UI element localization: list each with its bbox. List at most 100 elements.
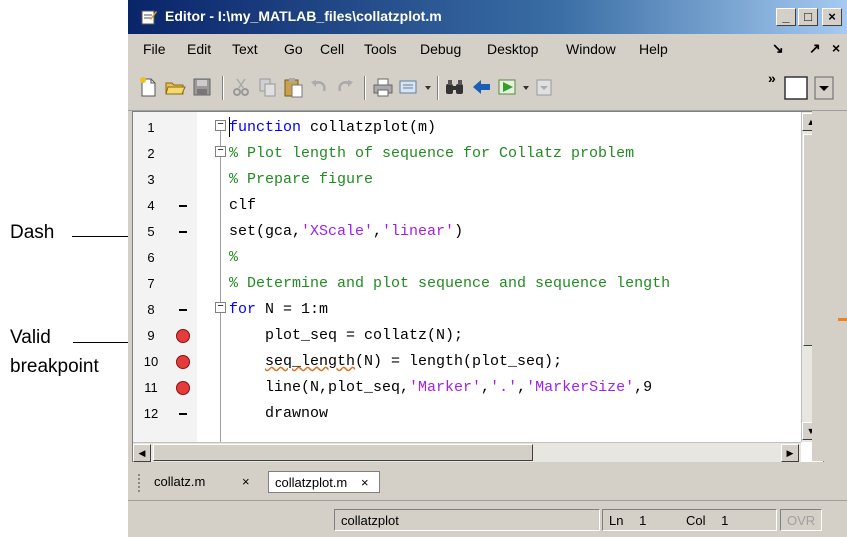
executable-line-dash[interactable]	[179, 231, 187, 233]
code-keyword: for	[229, 301, 257, 318]
breakpoint-icon[interactable]	[176, 329, 190, 343]
fold-toggle-comment[interactable]: −	[215, 146, 226, 157]
code-line[interactable]: for N = 1:m	[229, 297, 328, 323]
menu-debug[interactable]: Debug	[420, 41, 461, 57]
toolbar-separator	[222, 76, 224, 100]
run-icon[interactable]	[497, 76, 519, 98]
executable-line-dash[interactable]	[179, 309, 187, 311]
code-line[interactable]: function collatzplot(m)	[229, 115, 436, 141]
scroll-right-arrow-icon[interactable]: ▶	[781, 444, 799, 462]
undock-icon[interactable]: ↗	[809, 40, 821, 57]
line-number: 4	[147, 198, 155, 213]
line-number: 5	[147, 224, 155, 239]
cut-icon[interactable]	[230, 76, 252, 98]
tab-close-icon[interactable]: ×	[361, 472, 369, 494]
menu-desktop[interactable]: Desktop	[487, 41, 538, 57]
dropdown-arrow-icon[interactable]	[423, 76, 433, 98]
right-margin-strip	[812, 111, 847, 461]
tab-close-icon[interactable]: ×	[242, 471, 250, 493]
menu-text[interactable]: Text	[232, 41, 258, 57]
line-number: 9	[147, 328, 155, 343]
horizontal-scrollbar[interactable]: ◀ ▶	[133, 442, 801, 463]
close-button[interactable]: ×	[822, 8, 842, 26]
tab-grip-icon	[138, 474, 143, 492]
horizontal-scroll-thumb[interactable]	[153, 444, 533, 461]
undo-icon[interactable]	[308, 76, 330, 98]
executable-line-dash[interactable]	[179, 413, 187, 415]
cell-mode-box-icon[interactable]	[784, 76, 808, 100]
status-line-column: Ln 1 Col 1	[602, 509, 777, 531]
print-icon[interactable]	[372, 76, 394, 98]
editor-app-icon	[141, 10, 157, 25]
title-bar[interactable]: Editor - I:\my_MATLAB_files\collatzplot.…	[128, 0, 847, 34]
menu-edit[interactable]: Edit	[187, 41, 211, 57]
menu-file[interactable]: File	[143, 41, 166, 57]
scroll-left-arrow-icon[interactable]: ◀	[133, 444, 151, 462]
menu-window[interactable]: Window	[566, 41, 616, 57]
code-token: ,	[481, 379, 491, 396]
maximize-button[interactable]: □	[798, 8, 818, 26]
warning-marker[interactable]	[838, 318, 847, 321]
breakpoint-icon[interactable]	[176, 381, 190, 395]
minimize-button[interactable]: _	[776, 8, 796, 26]
open-folder-icon[interactable]	[164, 76, 186, 98]
code-line[interactable]: plot_seq = collatz(N);	[229, 323, 463, 349]
code-line[interactable]: seq_length(N) = length(plot_seq);	[229, 349, 562, 375]
code-token: seq_length	[265, 353, 356, 370]
status-col-value: 1	[721, 513, 729, 528]
format-icon[interactable]	[398, 76, 420, 98]
code-line[interactable]: % Plot length of sequence for Collatz pr…	[229, 141, 634, 167]
tab-collatz[interactable]: collatz.m ×	[154, 471, 264, 493]
tab-collatzplot[interactable]: collatzplot.m ×	[268, 471, 380, 493]
menu-close-icon[interactable]: ×	[832, 40, 840, 56]
cell-mode-dropdown-icon[interactable]	[814, 76, 834, 100]
dock-icon[interactable]: ↘	[772, 40, 784, 57]
code-token: set(gca,	[229, 223, 302, 240]
tab-label: collatzplot.m	[275, 475, 348, 490]
line-number: 10	[143, 354, 159, 369]
toolbar-overflow-icon[interactable]: »	[768, 70, 776, 86]
breakpoint-icon[interactable]	[176, 355, 190, 369]
redo-icon[interactable]	[334, 76, 356, 98]
copy-icon[interactable]	[256, 76, 278, 98]
code-token: )	[454, 223, 464, 240]
code-string: 'XScale'	[301, 223, 374, 240]
menu-cell[interactable]: Cell	[320, 41, 344, 57]
code-token: (N) = length(plot_seq);	[355, 353, 563, 370]
fold-toggle-function[interactable]: −	[215, 120, 226, 131]
code-line[interactable]: drawnow	[229, 401, 328, 427]
code-line[interactable]: set(gca,'XScale','linear')	[229, 219, 463, 245]
menu-go[interactable]: Go	[284, 41, 303, 57]
code-line[interactable]: line(N,plot_seq,'Marker','.','MarkerSize…	[229, 375, 652, 401]
code-text-area[interactable]: function collatzplot(m) % Plot length of …	[229, 112, 801, 442]
save-icon[interactable]	[191, 76, 213, 98]
code-line[interactable]: clf	[229, 193, 256, 219]
find-icon[interactable]	[444, 76, 466, 98]
executable-line-dash[interactable]	[179, 205, 187, 207]
run-dropdown-arrow-icon[interactable]	[521, 76, 531, 98]
line-number: 3	[147, 172, 155, 187]
code-comment: % Prepare figure	[229, 171, 374, 188]
code-editor[interactable]: − − − function collatzplot(m) % Plot leng…	[132, 111, 824, 463]
fold-toggle-for-loop[interactable]: −	[215, 302, 226, 313]
valid-breakpoint-callout-label-1: Valid	[10, 327, 51, 348]
fold-guide-function	[220, 131, 221, 445]
code-string: '.'	[490, 379, 518, 396]
code-token: collatzplot(m)	[301, 119, 437, 136]
menu-help[interactable]: Help	[639, 41, 668, 57]
code-line[interactable]: % Prepare figure	[229, 167, 373, 193]
fold-guide-comment	[220, 157, 221, 177]
paste-icon[interactable]	[282, 76, 304, 98]
status-ln-label: Ln	[609, 513, 624, 528]
window-title: Editor - I:\my_MATLAB_files\collatzplot.…	[165, 8, 442, 24]
code-line[interactable]: %	[229, 245, 238, 271]
new-file-icon[interactable]	[137, 76, 159, 98]
text-cursor	[229, 117, 230, 137]
code-token: line(N,plot_seq,	[229, 379, 410, 396]
menu-tools[interactable]: Tools	[364, 41, 397, 57]
back-icon[interactable]	[471, 76, 493, 98]
line-number: 1	[147, 120, 155, 135]
code-comment: %	[229, 249, 239, 266]
code-line[interactable]: % Determine and plot sequence and sequen…	[229, 271, 670, 297]
